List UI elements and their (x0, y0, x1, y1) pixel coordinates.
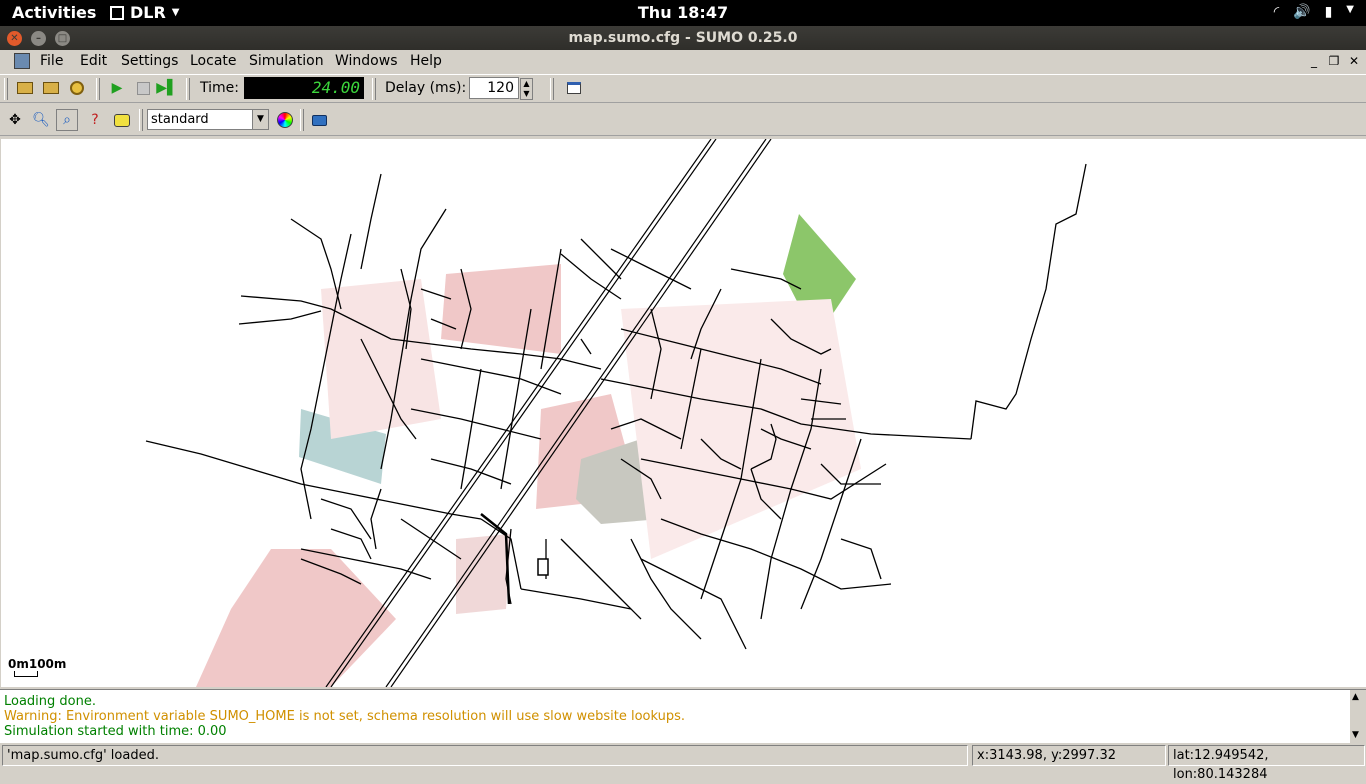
app-logo-icon (14, 53, 30, 69)
chevron-down-icon: ▼ (171, 7, 180, 18)
delay-input[interactable]: 120 (469, 77, 519, 99)
speech-bubble-button[interactable] (111, 109, 133, 131)
recenter-view-button[interactable]: ✥ (4, 109, 26, 131)
app-icon (110, 5, 124, 20)
chevron-down-icon: ▼ (1346, 4, 1354, 15)
step-button[interactable]: ▶▌ (156, 77, 178, 99)
network-map-view[interactable] (1, 139, 1366, 687)
run-button[interactable]: ▶ (106, 77, 128, 99)
menu-simulation[interactable]: Simulation (249, 53, 324, 69)
folder-open-icon (17, 82, 33, 94)
toolbar-grip[interactable] (96, 78, 100, 100)
open-config-button[interactable] (14, 77, 36, 99)
toolbar-grip[interactable] (300, 109, 304, 131)
cursor-latlon: lat:12.949542, lon:80.143284 (1168, 745, 1365, 782)
tooltips-button[interactable]: ? (84, 109, 106, 131)
system-tray[interactable]: ◜ 🔊 ▮ ▼ (1274, 4, 1354, 20)
warning-line: Warning: Environment variable SUMO_HOME … (4, 709, 686, 724)
stop-button[interactable] (132, 77, 154, 99)
window-icon (567, 82, 581, 94)
scroll-up-icon[interactable]: ▲ (1352, 692, 1359, 702)
residential-area (196, 549, 396, 687)
wifi-icon: ◜ (1273, 4, 1280, 20)
message-line: Simulation started with time: 0.00 (4, 724, 227, 739)
volume-icon: 🔊 (1293, 4, 1311, 20)
menu-edit[interactable]: Edit (80, 53, 107, 69)
menu-settings[interactable]: Settings (121, 53, 178, 69)
reload-icon (70, 81, 84, 95)
junction (537, 558, 549, 576)
new-window-button[interactable] (563, 77, 585, 99)
app-menu[interactable]: DLR ▼ (110, 3, 180, 22)
status-message: 'map.sumo.cfg' loaded. (2, 745, 968, 766)
toolbar-grip[interactable] (550, 78, 554, 100)
time-display: 24.00 (244, 77, 364, 99)
toolbar-grip[interactable] (372, 78, 376, 100)
open-network-button[interactable] (40, 77, 62, 99)
edit-visualization-button[interactable] (274, 109, 296, 131)
mdi-minimize-button[interactable]: _ (1306, 53, 1322, 69)
visualization-scheme-select[interactable]: standard ▼ (147, 109, 269, 130)
scheme-value: standard (151, 112, 209, 127)
network-map[interactable] (1, 139, 1366, 687)
app-name: DLR (130, 3, 166, 22)
battery-icon: ▮ (1324, 4, 1333, 20)
activities-button[interactable]: Activities (12, 3, 96, 22)
menu-help[interactable]: Help (410, 53, 442, 69)
menu-file[interactable]: File (40, 53, 63, 69)
menu-locate[interactable]: Locate (190, 53, 237, 69)
toolbar-grip[interactable] (186, 78, 190, 100)
clock[interactable]: Thu 18:47 (0, 3, 1366, 22)
reload-button[interactable] (66, 77, 88, 99)
delay-label: Delay (ms): (385, 80, 467, 96)
chevron-down-icon[interactable]: ▼ (252, 110, 268, 129)
simulation-toolbar: ▶ ▶▌ Time: Delay (ms): ▲ ▼ (0, 74, 1366, 103)
message-window[interactable]: Loading done. Warning: Environment varia… (0, 689, 1366, 744)
window-titlebar: ✕ – □ map.sumo.cfg - SUMO 0.25.0 (0, 26, 1366, 50)
message-scrollbar[interactable]: ▲ ▼ (1350, 690, 1366, 744)
system-top-bar: Activities DLR ▼ Thu 18:47 ◜ 🔊 ▮ ▼ (0, 0, 1366, 26)
menu-bar: File Edit Settings Locate Simulation Win… (0, 50, 1366, 74)
scale-bar (14, 671, 38, 677)
status-bar: 'map.sumo.cfg' loaded. x:3143.98, y:2997… (0, 743, 1366, 782)
message-line: Loading done. (4, 694, 96, 709)
mdi-restore-button[interactable]: ❐ (1326, 53, 1342, 69)
folder-network-icon (43, 82, 59, 94)
screenshot-button[interactable] (308, 109, 330, 131)
locate-button[interactable]: ⌕ (56, 109, 78, 131)
menu-windows[interactable]: Windows (335, 53, 398, 69)
time-label: Time: (200, 80, 239, 96)
commercial-area (441, 264, 561, 354)
stop-icon (136, 81, 150, 95)
mdi-close-button[interactable]: ✕ (1346, 53, 1362, 69)
color-wheel-icon (277, 112, 293, 128)
scale-bar-label: 0m100m (8, 657, 67, 671)
speech-bubble-icon (114, 113, 130, 127)
scroll-down-icon[interactable]: ▼ (1352, 730, 1359, 740)
delay-spinner[interactable]: ▲ ▼ (520, 78, 533, 100)
camera-icon (311, 114, 327, 126)
toolbar-grip[interactable] (139, 109, 143, 131)
zoom-button[interactable]: 🔍︎ (30, 109, 52, 131)
cursor-xy: x:3143.98, y:2997.32 (972, 745, 1166, 766)
toolbar-grip[interactable] (4, 78, 8, 100)
window-title: map.sumo.cfg - SUMO 0.25.0 (568, 30, 798, 46)
